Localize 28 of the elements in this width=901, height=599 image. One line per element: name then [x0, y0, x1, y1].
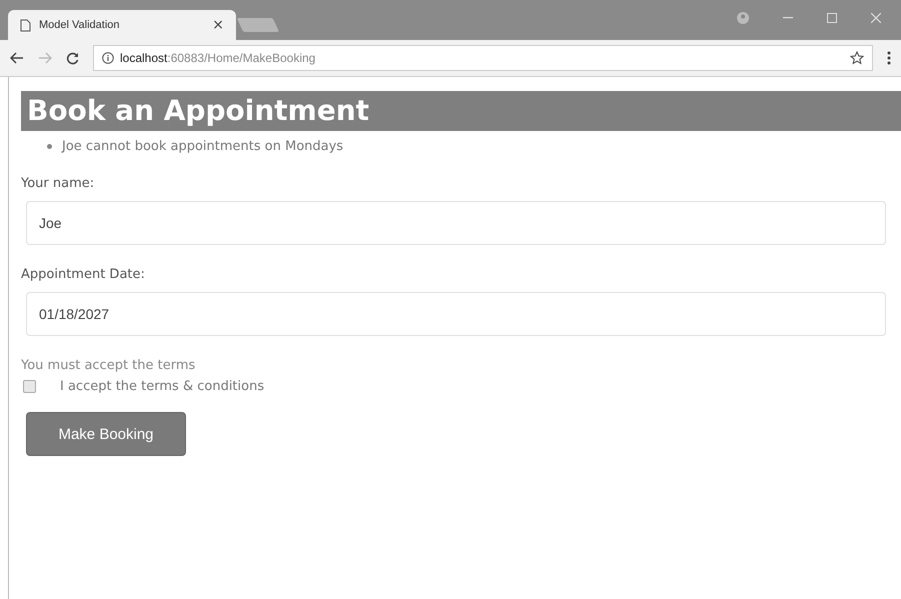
- field-label: Your name:: [21, 176, 96, 191]
- input-field[interactable]: 01/18/2027: [26, 292, 886, 336]
- profile-icon[interactable]: [737, 12, 749, 24]
- close-tab-button[interactable]: ×: [212, 17, 224, 33]
- checkbox-label: I accept the terms & conditions: [60, 379, 264, 394]
- close-icon[interactable]: [871, 13, 881, 23]
- validation-error: Joe cannot book appointments on Mondays: [62, 139, 344, 154]
- menu-icon[interactable]: [887, 51, 891, 65]
- maximize-icon[interactable]: [827, 13, 837, 23]
- make-booking-button[interactable]: Make Booking: [26, 412, 186, 456]
- browser-tab[interactable]: Model Validation ×: [8, 10, 236, 40]
- address-bar[interactable]: localhost:60883/Home/MakeBooking: [93, 45, 873, 71]
- terms-checkbox[interactable]: [23, 380, 36, 393]
- forward-icon[interactable]: [38, 52, 52, 64]
- bullet-icon: [47, 144, 52, 149]
- terms-error: You must accept the terms: [21, 358, 196, 373]
- url-text: localhost:60883/Home/MakeBooking: [120, 51, 316, 65]
- star-icon[interactable]: [850, 51, 864, 65]
- input-field[interactable]: Joe: [26, 201, 886, 245]
- page-icon: [20, 18, 31, 32]
- tab-title: Model Validation: [39, 19, 121, 31]
- reload-icon[interactable]: [66, 52, 79, 64]
- minimize-icon[interactable]: [783, 17, 793, 19]
- info-icon: [102, 52, 114, 64]
- page-heading: Book an Appointment: [21, 91, 901, 131]
- new-tab-button[interactable]: [236, 18, 280, 32]
- field-label: Appointment Date:: [21, 267, 146, 282]
- back-icon[interactable]: [10, 52, 24, 64]
